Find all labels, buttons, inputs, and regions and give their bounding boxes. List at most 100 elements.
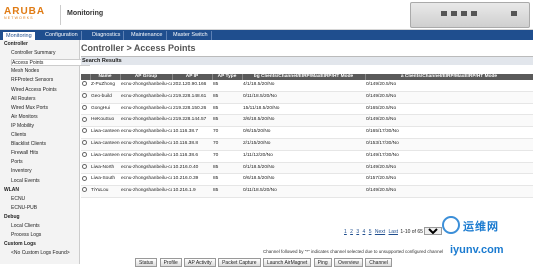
table-row[interactable]: Z-PuZhongecnu-zhongshanbeilu-campus202.1… [81,80,533,92]
cell-a-clients: 0/149/17/30/No [365,150,533,163]
row-select-radio[interactable] [82,175,87,181]
cell-ap-group: ecnu-zhongshanbeilu-campus [120,150,172,163]
profile-button[interactable]: Profile [159,258,182,267]
table-row[interactable]: Liwa-canteen-1ecnu-zhongshanbeilu-campus… [81,126,533,139]
row-select-cell [81,138,90,151]
tab-maintenance[interactable]: Maintenance [128,31,167,40]
cell-name: TiYuLou [90,185,120,198]
row-select-radio[interactable] [82,93,87,99]
cell-ap-ip: 10.216.0.39 [172,173,212,187]
row-select-radio[interactable] [82,163,87,169]
cell-ap-group: ecnu-zhongshanbeilu-campus [120,138,172,151]
tab-monitoring[interactable]: Monitoring [2,31,36,40]
overview-button[interactable]: Overview [334,258,363,267]
row-select-radio[interactable] [82,128,87,134]
cell-bg-clients: 3/6/18.5/20/No [242,114,365,128]
row-select-radio[interactable] [82,116,87,122]
watermark-url: iyunv.com [450,244,504,256]
last-page-link[interactable]: Last [389,229,398,235]
cell-bg-clients: 1/11/12/20/No [242,150,365,163]
table-row[interactable]: Geo-buildecnu-zhongshanbeilu-campus219.2… [81,91,533,104]
launch-airmagnet-button[interactable]: Launch AirMagnet [262,258,312,267]
table-row[interactable]: Liwa-canteen-3ecnu-zhongshanbeilu-campus… [81,150,533,163]
table-row[interactable]: HeKouSuoecnu-zhongshanbeilu-campus219.22… [81,114,533,128]
cell-name: Z-PuZhong [90,80,120,92]
sidebar: Controller Controller Summary Access Point… [0,40,90,264]
table-row[interactable]: Liwa-canteen-2ecnu-zhongshanbeilu-campus… [81,138,533,151]
tab-diagnostics[interactable]: Diagnostics [89,31,125,40]
cell-ap-type: 85 [212,114,242,128]
row-select-radio[interactable] [82,81,87,87]
sidebar-item[interactable]: Air Monitors [11,114,90,121]
cell-ap-type: 85 [212,173,242,187]
cell-bg-clients: 0/11/18.5/20/No [242,91,365,104]
sidebar-item[interactable]: Access Points [11,59,90,67]
row-select-radio[interactable] [82,104,87,110]
status-button[interactable]: Status [135,258,158,267]
action-button-bar: Status Profile AP Activity Packet Captur… [135,258,393,267]
row-select-cell [81,103,90,116]
sidebar-item[interactable]: Wired Mux Ports [11,105,90,112]
table-row[interactable]: Liwa-Southecnu-zhongshanbeilu-campus10.2… [81,173,533,187]
cell-bg-clients: 4/1/18.5/20/No [242,80,365,92]
device-port [451,11,457,16]
tab-configuration[interactable]: Configuration [42,31,82,40]
sidebar-section-header: Debug [4,213,20,220]
sidebar-item[interactable]: Local Clients [11,223,90,230]
device-port [471,11,477,16]
cell-name: GongHui [90,103,120,116]
sidebar-item[interactable]: All Routers [11,96,90,103]
sidebar-item[interactable]: ECNU-PUB [11,205,90,212]
row-select-radio[interactable] [82,140,87,146]
page-link[interactable]: 5 [369,229,372,235]
sidebar-item[interactable]: Blacklist Clients [11,141,90,148]
cell-ap-type: 85 [212,103,242,116]
cell-name: Liwa-North [90,162,120,175]
sidebar-item[interactable]: Local Events [11,178,90,185]
cell-ap-group: ecnu-zhongshanbeilu-campus [120,80,172,92]
sidebar-section-header: Controller [4,41,28,47]
channel-button[interactable]: Channel [365,258,392,267]
page-link[interactable]: 3 [356,229,359,235]
sidebar-item[interactable]: Process Logs [11,232,90,239]
cell-name: Liwa-canteen-3 [90,150,120,163]
cell-ap-group: ecnu-zhongshanbeilu-campus [120,162,172,175]
sidebar-item[interactable]: Ports [11,159,90,166]
row-select-cell [81,185,90,198]
page-link[interactable]: 2 [350,229,353,235]
row-select-cell [81,91,90,104]
sidebar-item[interactable]: IP Mobility [11,123,90,130]
cell-bg-clients: 15/11/18.5/20/No [242,103,365,116]
table-row[interactable]: TiYuLouecnu-zhongshanbeilu-campus10.216.… [81,185,533,198]
cell-ap-type: 70 [212,126,242,139]
sidebar-item[interactable]: Firewall Hits [11,150,90,157]
sidebar-item[interactable]: Controller Summary [11,50,90,57]
device-port [511,11,517,16]
cell-ap-type: 70 [212,138,242,151]
ap-activity-button[interactable]: AP Activity [184,258,216,267]
ping-button[interactable]: Ping [313,258,332,267]
table-row[interactable]: Liwa-Northecnu-zhongshanbeilu-campus10.2… [81,162,533,175]
sidebar-item[interactable]: Inventory [11,168,90,175]
page-link[interactable]: 4 [363,229,366,235]
row-select-radio[interactable] [82,152,87,158]
cell-ap-ip: 219.228.150.26 [172,103,212,116]
device-port [441,11,447,16]
sidebar-item[interactable]: <No Custom Logs Found> [11,250,90,257]
table-row[interactable]: GongHuiecnu-zhongshanbeilu-campus219.228… [81,103,533,116]
packet-capture-button[interactable]: Packet Capture [218,258,261,267]
page-link[interactable]: 1 [344,229,347,235]
cell-ap-ip: 10.116.38.8 [172,138,212,151]
device-port [461,11,467,16]
cell-ap-ip: 219.228.148.61 [172,91,212,104]
row-select-cell [81,80,90,92]
sidebar-item[interactable]: ECNU [11,196,90,203]
tab-master-switch[interactable]: Master Switch [170,31,212,40]
sidebar-item[interactable]: Mesh Nodes [11,68,90,75]
sidebar-item[interactable]: Clients [11,132,90,139]
next-page-link[interactable]: Next [375,229,385,235]
row-select-radio[interactable] [82,187,87,193]
sidebar-item[interactable]: Wired Access Points [11,87,90,94]
sidebar-item[interactable]: RFProtect Sensors [11,77,90,84]
pagination: 1 2 3 4 5 Next Last 1-10 of 65 10 [343,227,443,235]
